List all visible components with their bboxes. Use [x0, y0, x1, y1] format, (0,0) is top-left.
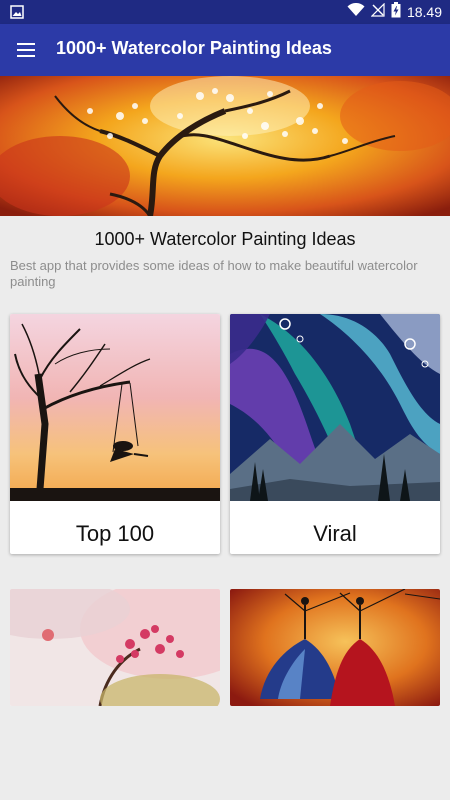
card-image	[10, 589, 220, 706]
category-card-viral[interactable]: Viral	[230, 314, 440, 554]
category-card[interactable]	[230, 589, 440, 706]
category-card[interactable]	[10, 589, 220, 706]
category-card-top-100[interactable]: Top 100	[10, 314, 220, 554]
intro-description: Best app that provides some ideas of how…	[10, 258, 418, 289]
card-image	[10, 314, 220, 501]
intro-title: 1000+ Watercolor Painting Ideas	[94, 229, 356, 249]
app-title: 1000+ Watercolor Painting Ideas	[56, 38, 332, 58]
card-image	[230, 589, 440, 706]
banner-image	[0, 76, 450, 216]
signal-off-icon	[370, 2, 385, 22]
app-bar: 1000+ Watercolor Painting Ideas	[0, 24, 450, 76]
image-icon	[10, 5, 24, 19]
card-label: Top 100	[75, 521, 155, 546]
battery-charging-icon	[391, 1, 401, 23]
wifi-icon	[347, 2, 365, 22]
card-label: Viral	[313, 521, 357, 546]
menu-icon[interactable]	[14, 38, 38, 62]
card-image	[230, 314, 440, 501]
status-bar: 18.49	[0, 0, 450, 24]
status-time: 18.49	[406, 4, 442, 20]
